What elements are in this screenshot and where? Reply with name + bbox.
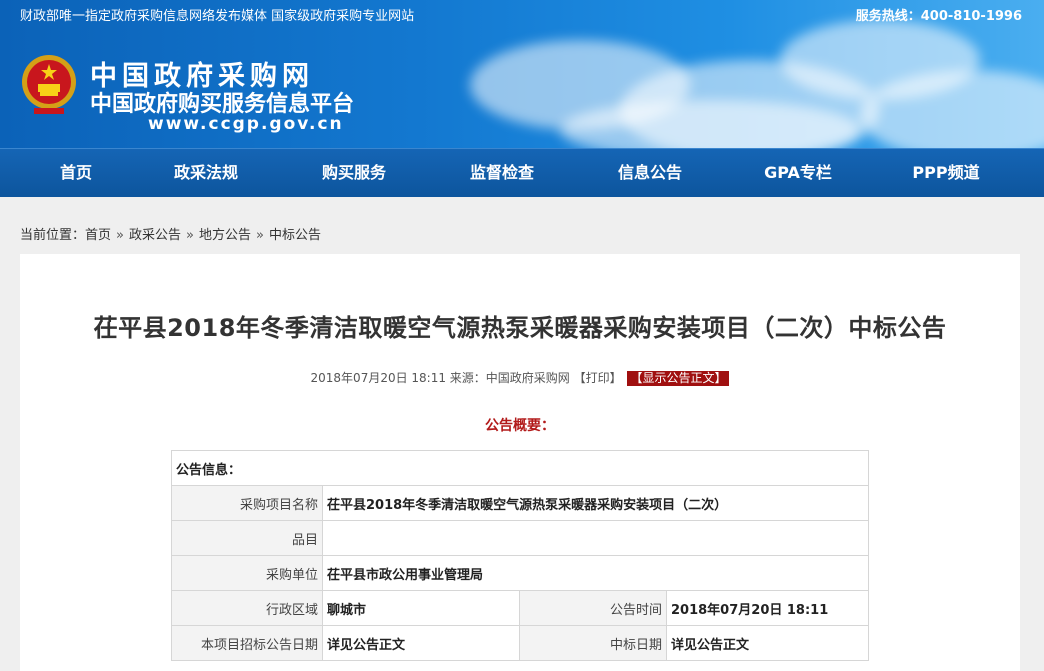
article-panel: 茌平县2018年冬季清洁取暖空气源热泵采暖器采购安装项目（二次）中标公告 201… [20,254,1020,671]
service-hotline: 服务热线：400-810-1996 [855,9,1022,24]
article-title: 茌平县2018年冬季清洁取暖空气源热泵采暖器采购安装项目（二次）中标公告 [93,314,947,342]
summary-heading: 公告概要： [485,418,555,434]
table-row: 品目 [171,520,869,556]
project-name-value: 茌平县2018年冬季清洁取暖空气源热泵采暖器采购安装项目（二次） [322,485,869,521]
region-value: 聊城市 [322,590,520,626]
region-label: 行政区域 [171,590,323,626]
nav-item-announcements[interactable]: 信息公告 [590,149,710,197]
breadcrumb-local-announcements[interactable]: 地方公告 [199,228,251,243]
award-date-label: 中标日期 [519,625,667,661]
table-row: 采购单位 茌平县市政公用事业管理局 [171,555,869,591]
top-strip: 财政部唯一指定政府采购信息网络发布媒体 国家级政府采购专业网站 服务热线：400… [0,0,1044,34]
purchasing-unit-label: 采购单位 [171,555,323,591]
site-tagline: 财政部唯一指定政府采购信息网络发布媒体 国家级政府采购专业网站 [20,9,415,24]
table-row: 本项目招标公告日期 详见公告正文 中标日期 详见公告正文 [171,625,869,661]
breadcrumb: 当前位置：首页 » 政采公告 » 地方公告 » 中标公告 [20,224,321,243]
article-meta: 2018年07月20日 18:11 来源：中国政府采购网 【打印】 【显示公告正… [20,369,1020,386]
nav-item-purchase-services[interactable]: 购买服务 [294,149,414,197]
project-name-label: 采购项目名称 [171,485,323,521]
notice-time-value: 2018年07月20日 18:11 [666,590,869,626]
breadcrumb-home[interactable]: 首页 [85,228,111,243]
nav-item-home[interactable]: 首页 [16,149,136,197]
nav-item-ppp[interactable]: PPP频道 [886,149,1006,197]
nav-item-supervision[interactable]: 监督检查 [442,149,562,197]
item-value [322,520,869,556]
table-row: 公告信息： [171,450,869,486]
bid-notice-date-label: 本项目招标公告日期 [171,625,323,661]
main-nav: 首页 政采法规 购买服务 监督检查 信息公告 GPA专栏 PPP频道 [0,148,1044,197]
award-date-value: 详见公告正文 [666,625,869,661]
notice-info-table: 公告信息： 采购项目名称 茌平县2018年冬季清洁取暖空气源热泵采暖器采购安装项… [171,450,869,661]
breadcrumb-separator: » [186,228,194,243]
table-header: 公告信息： [171,450,869,486]
nav-item-regulations[interactable]: 政采法规 [146,149,266,197]
bid-notice-date-value: 详见公告正文 [322,625,520,661]
breadcrumb-announcements[interactable]: 政采公告 [129,228,181,243]
table-row: 行政区域 聊城市 公告时间 2018年07月20日 18:11 [171,590,869,626]
header-banner: 财政部唯一指定政府采购信息网络发布媒体 国家级政府采购专业网站 服务热线：400… [0,0,1044,148]
table-row: 采购项目名称 茌平县2018年冬季清洁取暖空气源热泵采暖器采购安装项目（二次） [171,485,869,521]
show-notice-text-button[interactable]: 【显示公告正文】 [627,371,730,386]
breadcrumb-award-announcements[interactable]: 中标公告 [269,228,321,243]
breadcrumb-separator: » [116,228,124,243]
breadcrumb-separator: » [256,228,264,243]
nav-item-gpa[interactable]: GPA专栏 [738,149,858,197]
site-logo-url: www.ccgp.gov.cn [148,114,344,134]
item-label: 品目 [171,520,323,556]
article-meta-text: 2018年07月20日 18:11 来源：中国政府采购网 【打印】 [310,371,622,385]
breadcrumb-prefix: 当前位置： [20,228,86,243]
notice-time-label: 公告时间 [519,590,667,626]
national-emblem-icon [22,55,76,114]
purchasing-unit-value: 茌平县市政公用事业管理局 [322,555,869,591]
